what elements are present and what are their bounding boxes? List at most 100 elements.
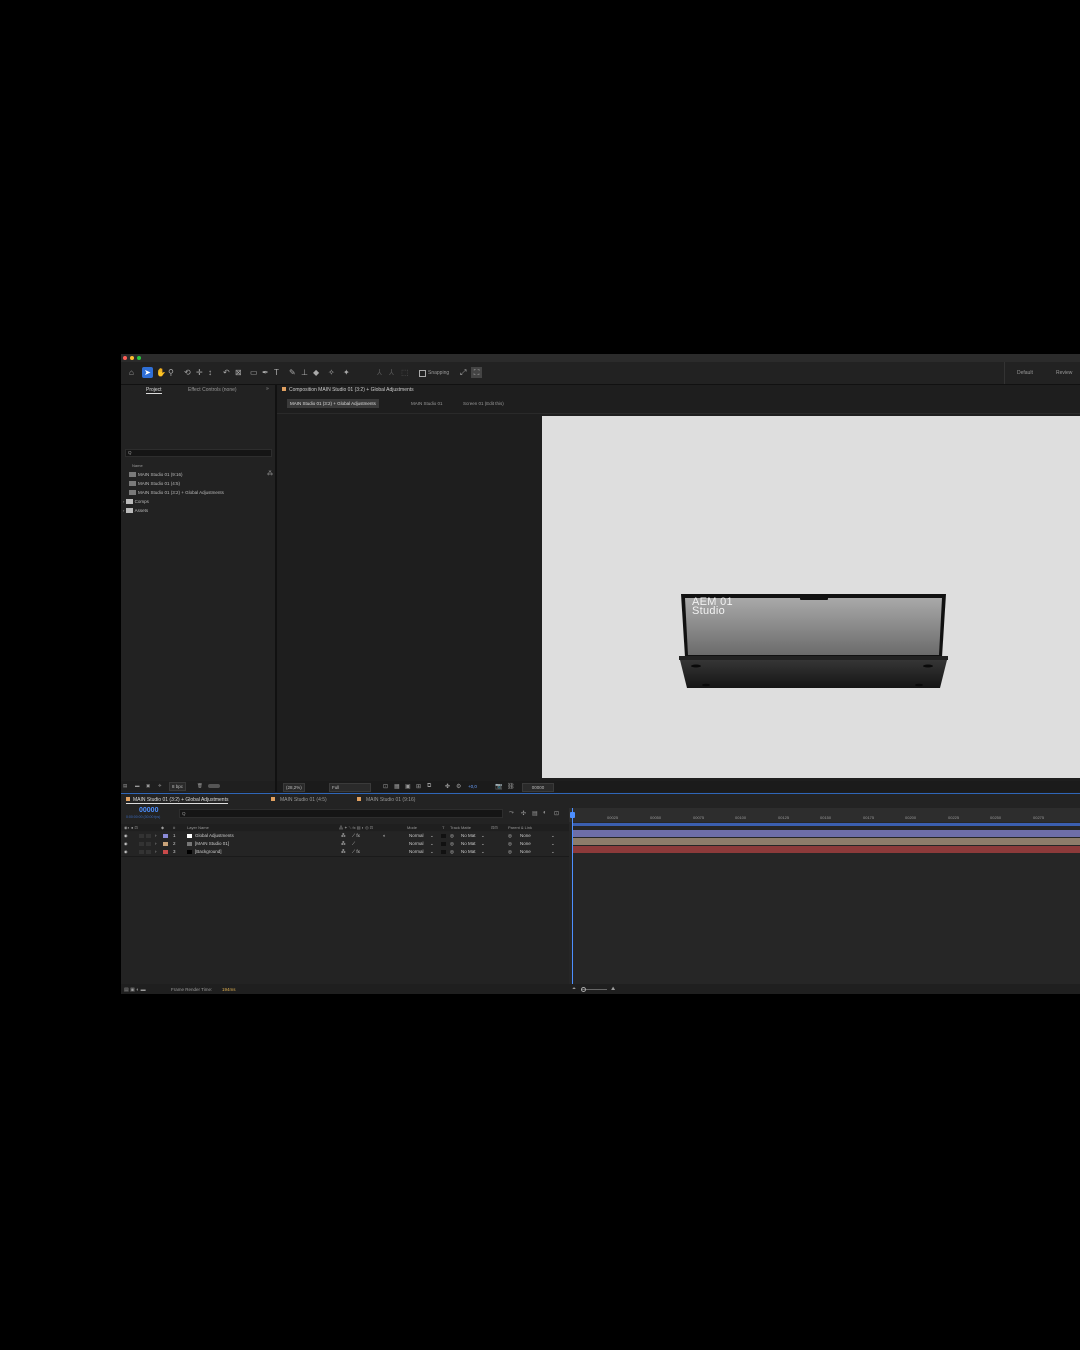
pen-tool-icon[interactable]: ✒	[262, 367, 269, 378]
snapshot-view-icon[interactable]: ⧉	[427, 783, 431, 790]
workspace-review[interactable]: Review	[1056, 370, 1072, 376]
frame-blending-icon[interactable]: ▤	[532, 810, 538, 817]
shy-layers-icon[interactable]: ✣	[521, 810, 526, 817]
current-time-display[interactable]: 00000	[522, 783, 554, 792]
axis-local-icon[interactable]: ⅄	[377, 367, 382, 378]
project-item-comp-916[interactable]: MAIN Studio 01 (9:16)	[129, 471, 183, 479]
lock-switch[interactable]	[146, 834, 151, 838]
layer-label-color[interactable]	[163, 834, 168, 838]
show-snapshot-icon[interactable]: ⛓	[507, 783, 515, 790]
layer-label-color[interactable]	[163, 850, 168, 854]
snap-magnet-icon[interactable]: ⛶	[471, 367, 482, 378]
eraser-tool-icon[interactable]: ◆	[313, 367, 319, 378]
chevron-down-icon[interactable]: ⌄	[551, 841, 555, 847]
bit-depth-button[interactable]: 8 bpc	[169, 782, 187, 791]
zoom-tool-icon[interactable]: ⚲	[168, 367, 174, 378]
flowchart-icon[interactable]: ⁂	[267, 470, 273, 477]
current-time[interactable]: 00000	[139, 807, 158, 814]
project-folder-comps[interactable]: › Comps	[123, 498, 149, 506]
channels-icon[interactable]: ✤	[445, 783, 450, 790]
composition-tab[interactable]: Composition MAIN Studio 01 (3:2) + Globa…	[282, 387, 414, 393]
brush-tool-icon[interactable]: ✎	[289, 367, 296, 378]
layer-name[interactable]: [Background]	[195, 849, 222, 855]
comp-flowchart-icon[interactable]: ⤳	[509, 810, 514, 817]
work-area-bar[interactable]	[573, 823, 1080, 826]
shy-switch-icon[interactable]: ⁂	[341, 841, 346, 847]
composition-viewer[interactable]: AEM 01 Studio	[542, 416, 1080, 778]
blend-mode-dropdown[interactable]: Normal	[409, 833, 424, 839]
axis-world-icon[interactable]: ⅄	[389, 367, 394, 378]
pick-whip-icon[interactable]: ◎	[508, 841, 512, 847]
layer-name[interactable]: Global Adjustments	[195, 833, 234, 839]
preserve-transparency-switch[interactable]	[441, 842, 446, 846]
layer-switches-toggle-icon[interactable]: ▤ ▣ ◐ ▬	[124, 987, 146, 993]
type-tool-icon[interactable]: T	[274, 367, 279, 378]
panel-overflow-icon[interactable]: »	[266, 386, 269, 392]
project-folder-assets[interactable]: › Assets	[123, 507, 148, 515]
thumbnail-size-slider[interactable]	[208, 784, 220, 788]
expand-arrow-icon[interactable]: ›	[123, 499, 124, 504]
region-of-interest-icon[interactable]: ⊡	[383, 783, 388, 790]
snapping-checkbox[interactable]	[419, 370, 426, 377]
camera-snapshot-icon[interactable]: 📷	[495, 783, 502, 790]
expand-arrow-icon[interactable]: ›	[155, 849, 157, 855]
parent-dropdown[interactable]: None	[520, 849, 531, 855]
mask-visibility-icon[interactable]: ▣	[405, 783, 411, 790]
project-search-input[interactable]: Q	[125, 449, 272, 457]
expand-arrow-icon[interactable]: ›	[155, 841, 157, 847]
transparency-grid-icon[interactable]: ▦	[394, 783, 400, 790]
quality-switch-icon[interactable]: ⟋ fx	[352, 849, 360, 855]
hand-tool-icon[interactable]: ✋	[156, 367, 166, 378]
track-matte-dropdown[interactable]: No Mat	[461, 841, 476, 847]
minimize-window-button[interactable]	[130, 356, 134, 360]
preserve-transparency-switch[interactable]	[441, 850, 446, 854]
project-item-comp-45[interactable]: MAIN Studio 01 (4:5)	[129, 480, 180, 488]
chevron-down-icon[interactable]: ⌄	[430, 849, 434, 855]
interpret-footage-icon[interactable]: ▤	[123, 783, 127, 789]
chevron-down-icon[interactable]: ⌄	[481, 833, 485, 839]
roto-brush-tool-icon[interactable]: ✧	[328, 367, 335, 378]
layer-row[interactable]: ◉ › 3 [Background] ⁂ ⟋ fx Normal ⌄ ◎ No …	[121, 848, 569, 857]
visibility-eye-icon[interactable]: ◉	[124, 833, 128, 839]
tab-effect-controls[interactable]: Effect Controls (none)	[188, 387, 237, 393]
preserve-transparency-switch[interactable]	[441, 834, 446, 838]
zoom-dropdown[interactable]: (28,2%)	[283, 783, 305, 792]
parent-dropdown[interactable]: None	[520, 841, 531, 847]
new-folder-icon[interactable]: ▬	[135, 783, 140, 788]
tab-project[interactable]: Project	[146, 387, 162, 394]
av-switches-icon[interactable]: ◉◐ ● ⊡	[124, 825, 138, 830]
workspace-default[interactable]: Default	[1017, 370, 1033, 376]
puppet-pin-tool-icon[interactable]: ✦	[343, 367, 350, 378]
solo-switch[interactable]	[139, 850, 144, 854]
label-column-icon[interactable]: ◆	[161, 825, 164, 830]
motion-blur-icon[interactable]: ◐	[543, 810, 547, 816]
rotation-tool-icon[interactable]: ↶	[223, 367, 230, 378]
exposure-value[interactable]: +0,0	[468, 784, 477, 789]
layer-name-column-header[interactable]: Layer Name	[187, 825, 209, 830]
zoom-in-icon[interactable]: ⛰	[611, 986, 615, 992]
track-matte-dropdown[interactable]: No Mat	[461, 833, 476, 839]
zoom-slider-thumb[interactable]	[581, 987, 586, 992]
close-window-button[interactable]	[123, 356, 127, 360]
home-icon[interactable]: ⌂	[129, 367, 134, 378]
blend-mode-dropdown[interactable]: Normal	[409, 841, 424, 847]
time-ruler[interactable]: 00025 00050 00075 00100 00125 00150 0017…	[569, 808, 1080, 822]
layer-label-color[interactable]	[163, 842, 168, 846]
rectangle-tool-icon[interactable]: ▭	[250, 367, 258, 378]
breadcrumb-2[interactable]: MAIN Studio 01	[411, 401, 443, 406]
selection-tool-icon[interactable]: ➤	[142, 367, 153, 378]
expand-arrow-icon[interactable]: ›	[123, 508, 124, 513]
layer-bar-main-studio[interactable]	[573, 838, 1080, 845]
breadcrumb-3[interactable]: Screen 01 (Edit this)	[463, 401, 504, 406]
chevron-down-icon[interactable]: ⌄	[430, 833, 434, 839]
chevron-down-icon[interactable]: ⌄	[551, 849, 555, 855]
timeline-search-input[interactable]: Q	[179, 809, 503, 818]
chevron-down-icon[interactable]: ⌄	[481, 841, 485, 847]
chevron-down-icon[interactable]: ⌄	[430, 841, 434, 847]
expand-arrow-icon[interactable]: ›	[155, 833, 157, 839]
resolution-dropdown[interactable]: Full	[329, 783, 371, 792]
adjustment-switch-icon[interactable]: ◐	[383, 833, 386, 839]
new-composition-icon[interactable]: ▣	[146, 783, 150, 789]
lock-switch[interactable]	[146, 842, 151, 846]
pan-behind-tool-icon[interactable]: ⊠	[235, 367, 242, 378]
